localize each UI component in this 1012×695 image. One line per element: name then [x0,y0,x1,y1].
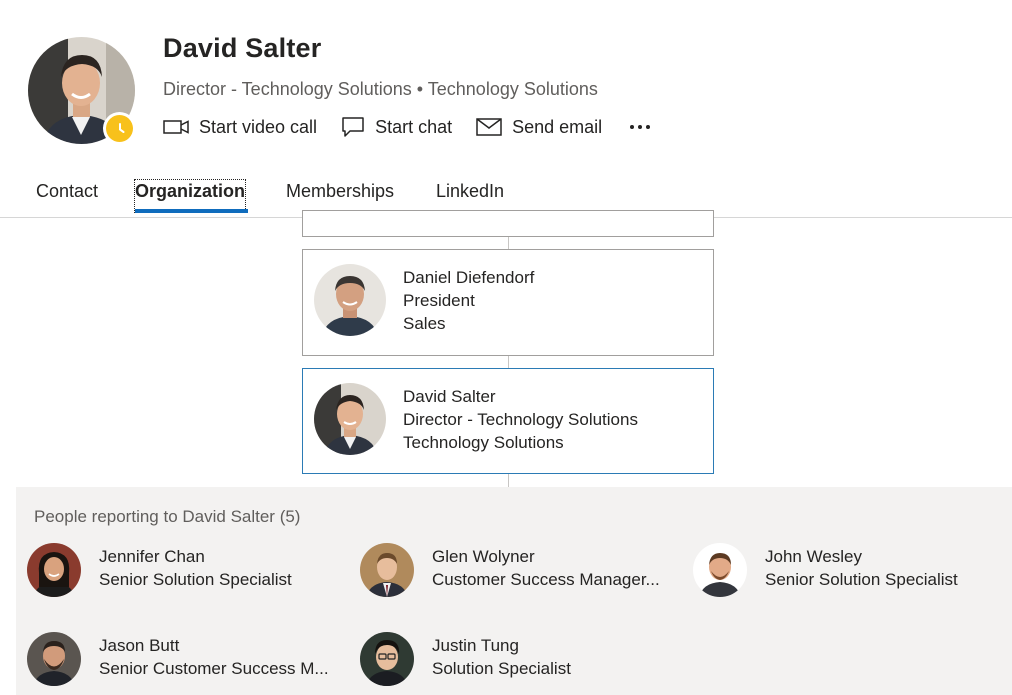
report-name: John Wesley [765,547,863,566]
report-item-justin-tung[interactable]: Justin Tung Solution Specialist [360,632,680,688]
report-title: Solution Specialist [432,659,571,678]
current-person-department: Technology Solutions [403,433,564,452]
report-name: Justin Tung [432,636,519,655]
start-chat-label: Start chat [375,116,453,137]
send-email-button[interactable]: Send email [476,117,602,138]
manager-department: Sales [403,314,446,333]
more-dot-icon [646,125,651,129]
report-avatar [693,543,747,597]
report-avatar [360,543,414,597]
current-person-title: Director - Technology Solutions [403,410,638,429]
current-person-avatar [314,383,386,455]
report-item-john-wesley[interactable]: John Wesley Senior Solution Specialist [693,543,1012,599]
report-title: Customer Success Manager... [432,570,660,589]
mail-icon [476,118,502,136]
start-video-call-label: Start video call [199,116,318,137]
report-avatar [27,632,81,686]
manager-title: President [403,291,475,310]
org-card-manager[interactable]: Daniel Diefendorf President Sales [302,249,714,356]
report-name: Jason Butt [99,636,180,655]
tab-organization[interactable]: Organization [133,179,247,213]
profile-subtitle: Director - Technology Solutions • Techno… [163,79,598,99]
presence-away-badge [103,112,136,145]
video-camera-icon [163,120,189,134]
action-bar: Start video call Start chat Send email [163,113,654,141]
tab-linkedin[interactable]: LinkedIn [436,180,504,212]
start-video-call-button[interactable]: Start video call [163,117,317,138]
tab-memberships[interactable]: Memberships [286,180,394,212]
report-item-jason-butt[interactable]: Jason Butt Senior Customer Success M... [27,632,347,688]
org-card-above[interactable] [302,210,714,237]
active-tab-indicator [135,209,248,213]
report-avatar [360,632,414,686]
report-title: Senior Solution Specialist [99,570,292,589]
more-dot-icon [638,125,643,129]
report-name: Jennifer Chan [99,547,205,566]
report-name: Glen Wolyner [432,547,535,566]
org-connector [508,474,509,488]
org-connector [508,237,509,249]
current-person-name: David Salter [403,387,496,406]
clock-icon [118,122,124,133]
more-dot-icon [630,125,635,129]
send-email-label: Send email [512,116,603,137]
manager-avatar [314,264,386,336]
report-title: Senior Solution Specialist [765,570,958,589]
contact-card: David Salter Director - Technology Solut… [0,0,1012,695]
start-chat-button[interactable]: Start chat [341,116,452,138]
report-title: Senior Customer Success M... [99,659,329,678]
org-connector [508,356,509,368]
org-card-current[interactable]: David Salter Director - Technology Solut… [302,368,714,474]
profile-name: David Salter [163,33,322,63]
manager-name: Daniel Diefendorf [403,268,535,287]
org-chart: Daniel Diefendorf President Sales David … [0,210,1012,488]
more-options-button[interactable] [626,121,654,133]
direct-reports-heading: People reporting to David Salter (5) [34,507,301,526]
tab-contact[interactable]: Contact [36,180,98,212]
report-avatar [27,543,81,597]
direct-reports-panel: People reporting to David Salter (5) Jen… [16,487,1012,695]
report-item-jennifer-chan[interactable]: Jennifer Chan Senior Solution Specialist [27,543,347,599]
chat-icon [342,117,364,137]
report-item-glen-wolyner[interactable]: Glen Wolyner Customer Success Manager... [360,543,680,599]
